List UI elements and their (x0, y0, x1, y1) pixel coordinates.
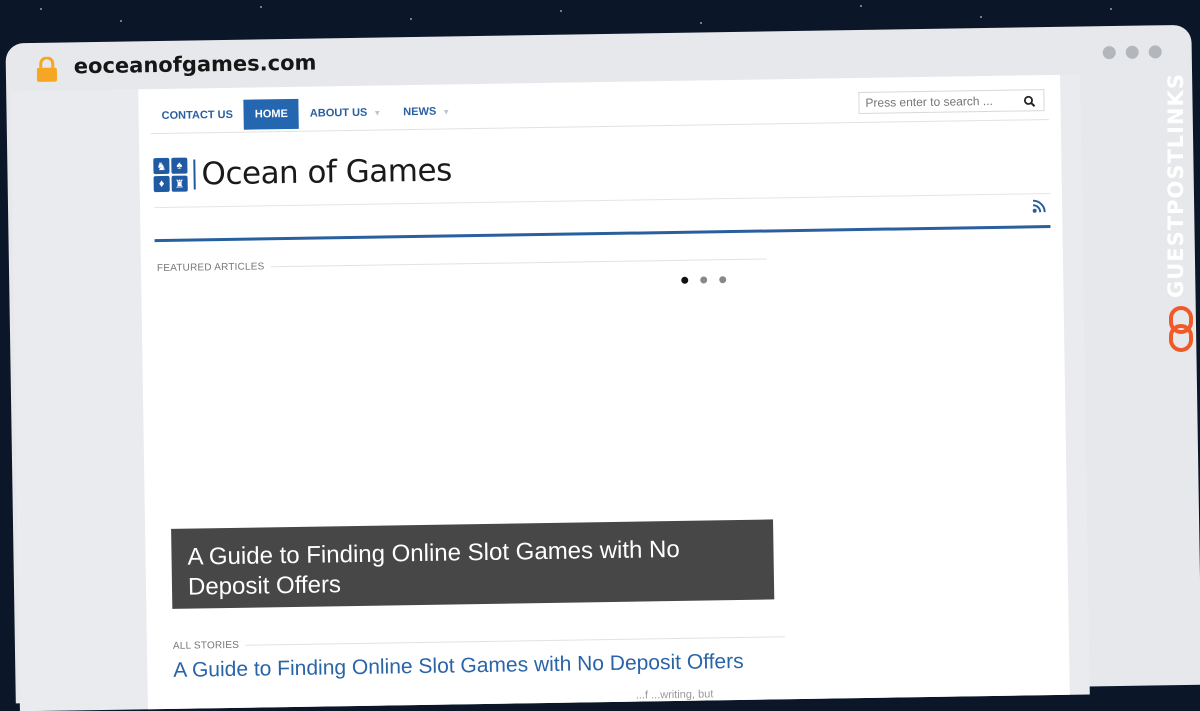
featured-slide-caption[interactable]: A Guide to Finding Online Slot Games wit… (171, 519, 775, 609)
nav-item-label: HOME (254, 108, 288, 121)
slider-pagination (681, 276, 727, 284)
window-controls (1102, 45, 1162, 60)
site-container: CONTACT US HOME ABOUT US ▼ NEWS ▼ Press … (138, 74, 1070, 710)
search-icon[interactable] (1023, 94, 1036, 112)
browser-window: eoceanofgames.com CONTACT US HOME ABOUT … (5, 24, 1200, 711)
slider-dot[interactable] (681, 276, 689, 284)
slider-dot[interactable] (700, 276, 708, 284)
nav-item-about-us[interactable]: ABOUT US ▼ (299, 97, 393, 128)
search-box (858, 89, 1045, 115)
lock-icon (36, 56, 58, 88)
featured-articles-label: FEATURED ARTICLES (157, 253, 767, 274)
header-accent-line (154, 225, 1051, 243)
nav-item-home[interactable]: HOME (243, 98, 300, 130)
story-excerpt: ...f ...writing, but (635, 688, 714, 702)
main-nav: CONTACT US HOME ABOUT US ▼ NEWS ▼ (150, 96, 461, 131)
nav-item-contact-us[interactable]: CONTACT US (150, 100, 244, 131)
chevron-down-icon: ▼ (442, 106, 451, 117)
slider-dot[interactable] (719, 276, 727, 284)
section-label-text: FEATURED ARTICLES (156, 261, 265, 275)
nav-item-label: CONTACT US (161, 108, 233, 122)
search-input[interactable] (859, 90, 1022, 114)
logo-text: Ocean of Games (201, 152, 452, 193)
page-viewport: CONTACT US HOME ABOUT US ▼ NEWS ▼ Press … (10, 74, 1090, 711)
logo-icon: ♞ ♠ ♦ ♜ (153, 157, 188, 193)
site-logo[interactable]: ♞ ♠ ♦ ♜ Ocean of Games (153, 152, 452, 193)
section-label-text: ALL STORIES (172, 639, 240, 652)
nav-item-news[interactable]: NEWS ▼ (392, 96, 461, 127)
rss-icon[interactable] (1032, 199, 1046, 218)
window-dot[interactable] (1102, 45, 1116, 60)
nav-item-label: ABOUT US (309, 106, 368, 120)
story-title-link[interactable]: A Guide to Finding Online Slot Games wit… (173, 650, 744, 683)
all-stories-label: ALL STORIES (173, 631, 785, 652)
address-bar-url[interactable]: eoceanofgames.com (74, 51, 317, 79)
watermark-text: GUESTPOSTLINKS (1164, 73, 1188, 298)
divider (154, 193, 1050, 209)
guestpostlinks-watermark: GUESTPOSTLINKS (1164, 58, 1196, 358)
window-dot[interactable] (1125, 45, 1139, 59)
nav-item-label: NEWS (403, 105, 437, 119)
link-icon (1168, 306, 1194, 357)
window-dot[interactable] (1148, 45, 1162, 59)
chevron-down-icon: ▼ (373, 108, 382, 118)
logo-divider (193, 159, 196, 190)
